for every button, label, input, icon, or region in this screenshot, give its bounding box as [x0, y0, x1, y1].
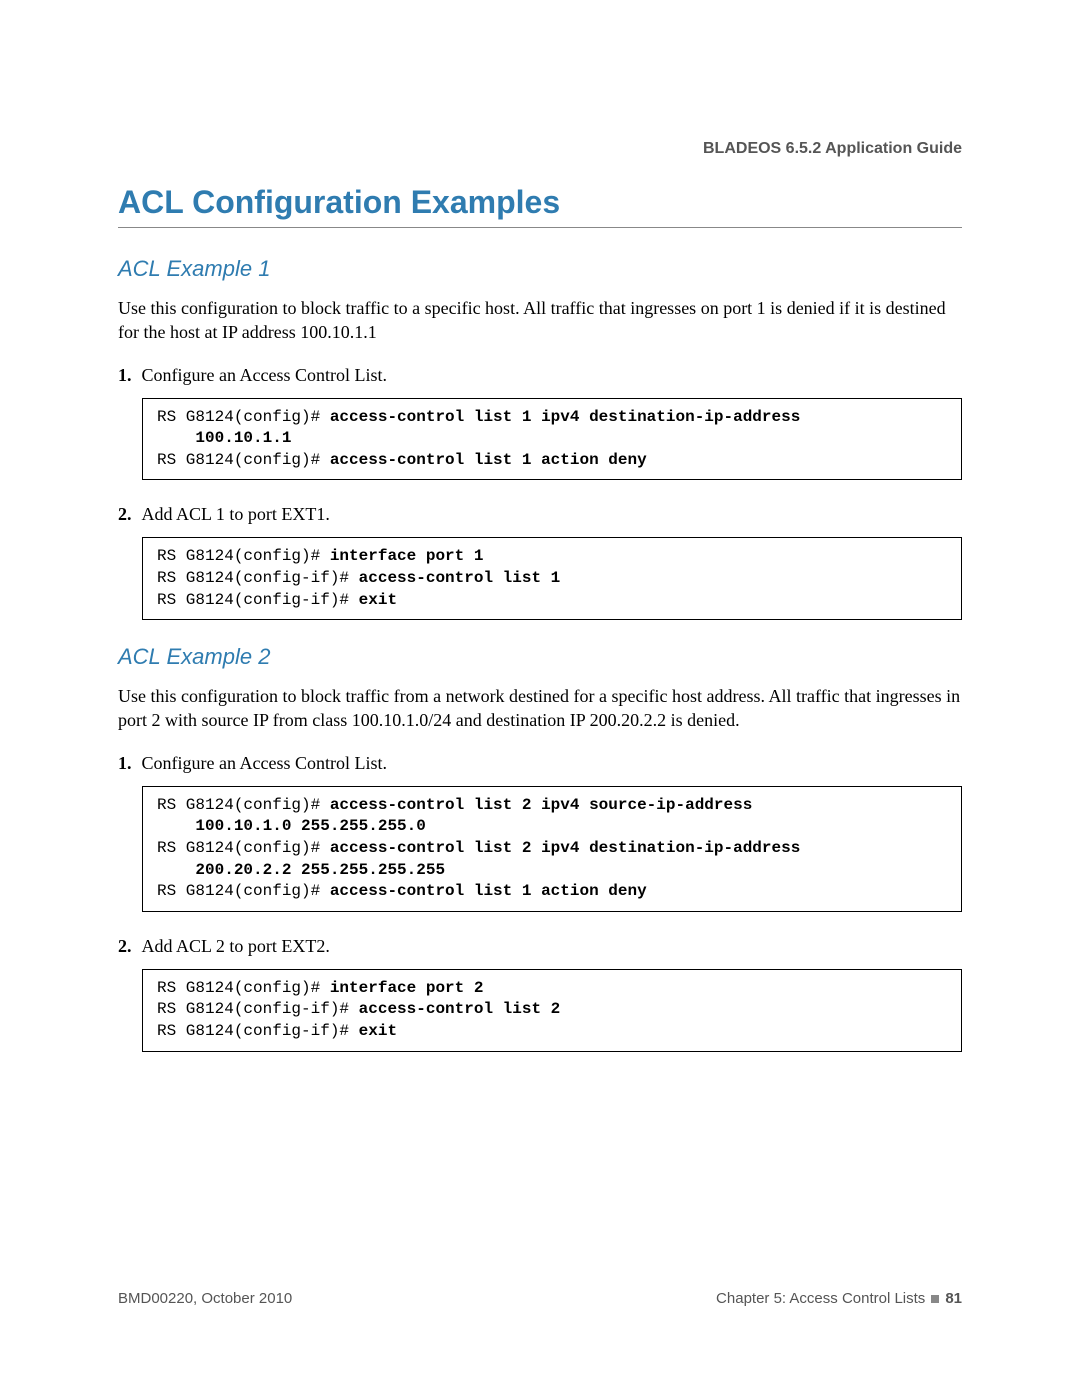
code-prompt: RS G8124(config)# [157, 839, 330, 857]
code-cmd: access-control list 2 ipv4 source-ip-add… [330, 796, 752, 814]
code-cmd: access-control list 2 [359, 1000, 561, 1018]
example1-code1: RS G8124(config)# access-control list 1 … [142, 398, 962, 481]
example2-step1: 1. Configure an Access Control List. [118, 753, 962, 774]
example1-step1: 1. Configure an Access Control List. [118, 365, 962, 386]
page: BLADEOS 6.5.2 Application Guide ACL Conf… [0, 0, 1080, 1397]
code-cmd: access-control list 1 [359, 569, 561, 587]
code-prompt: RS G8124(config-if)# [157, 569, 359, 587]
footer-right: Chapter 5: Access Control Lists 81 [716, 1290, 962, 1307]
title-rule [118, 227, 962, 228]
code-cmd: interface port 1 [330, 547, 484, 565]
example2-step2: 2. Add ACL 2 to port EXT2. [118, 936, 962, 957]
code-cmd: 200.20.2.2 255.255.255.255 [157, 861, 445, 879]
code-prompt: RS G8124(config)# [157, 451, 330, 469]
code-cmd: 100.10.1.1 [157, 429, 291, 447]
code-prompt: RS G8124(config-if)# [157, 591, 359, 609]
code-cmd: 100.10.1.0 255.255.255.0 [157, 817, 426, 835]
step-text: Configure an Access Control List. [142, 753, 387, 774]
step-number: 2. [118, 936, 132, 957]
footer-left: BMD00220, October 2010 [118, 1290, 292, 1307]
example1-step2: 2. Add ACL 1 to port EXT1. [118, 504, 962, 525]
example2-code2: RS G8124(config)# interface port 2 RS G8… [142, 969, 962, 1052]
square-bullet-icon [931, 1295, 939, 1303]
code-prompt: RS G8124(config)# [157, 547, 330, 565]
example2-intro: Use this configuration to block traffic … [118, 684, 962, 733]
step-number: 2. [118, 504, 132, 525]
code-prompt: RS G8124(config)# [157, 979, 330, 997]
code-prompt: RS G8124(config-if)# [157, 1000, 359, 1018]
code-cmd: access-control list 1 ipv4 destination-i… [330, 408, 800, 426]
code-cmd: access-control list 1 action deny [330, 882, 647, 900]
step-text: Configure an Access Control List. [142, 365, 387, 386]
step-number: 1. [118, 753, 132, 774]
example2-heading: ACL Example 2 [118, 644, 962, 670]
running-header: BLADEOS 6.5.2 Application Guide [118, 140, 962, 158]
example1-code2: RS G8124(config)# interface port 1 RS G8… [142, 537, 962, 620]
example1-heading: ACL Example 1 [118, 256, 962, 282]
step-text: Add ACL 2 to port EXT2. [142, 936, 330, 957]
code-cmd: access-control list 2 ipv4 destination-i… [330, 839, 800, 857]
code-cmd: exit [359, 1022, 397, 1040]
code-prompt: RS G8124(config)# [157, 408, 330, 426]
step-text: Add ACL 1 to port EXT1. [142, 504, 330, 525]
example1-intro: Use this configuration to block traffic … [118, 296, 962, 345]
page-title: ACL Configuration Examples [118, 184, 962, 221]
code-cmd: access-control list 1 action deny [330, 451, 647, 469]
step-number: 1. [118, 365, 132, 386]
page-number: 81 [945, 1290, 962, 1307]
code-prompt: RS G8124(config)# [157, 882, 330, 900]
code-prompt: RS G8124(config)# [157, 796, 330, 814]
code-prompt: RS G8124(config-if)# [157, 1022, 359, 1040]
footer-chapter: Chapter 5: Access Control Lists [716, 1290, 925, 1307]
code-cmd: interface port 2 [330, 979, 484, 997]
example2-code1: RS G8124(config)# access-control list 2 … [142, 786, 962, 912]
code-cmd: exit [359, 591, 397, 609]
footer: BMD00220, October 2010 Chapter 5: Access… [118, 1290, 962, 1307]
